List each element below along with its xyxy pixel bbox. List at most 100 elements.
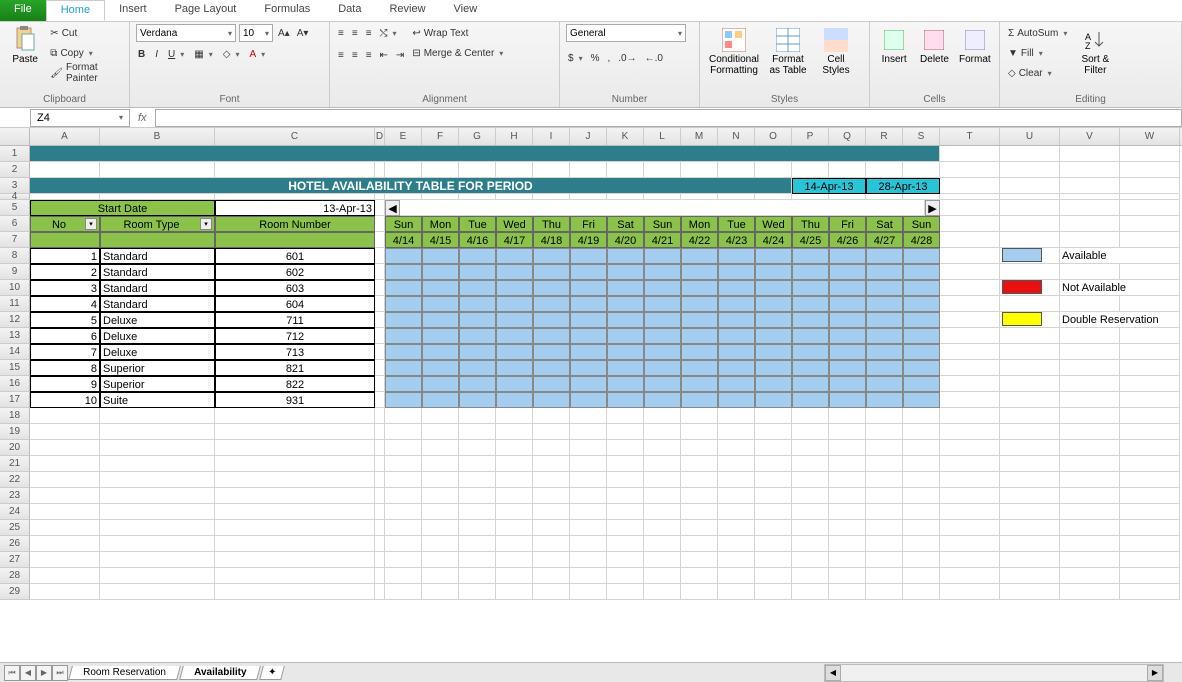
availability-cell[interactable] xyxy=(422,264,459,280)
empty-cell[interactable] xyxy=(496,424,533,440)
empty-cell[interactable] xyxy=(792,424,829,440)
availability-cell[interactable] xyxy=(755,296,792,312)
empty-cell[interactable] xyxy=(215,552,375,568)
availability-cell[interactable] xyxy=(385,376,422,392)
cell-room-number[interactable]: 712 xyxy=(215,328,375,344)
empty-cell[interactable] xyxy=(940,488,1000,504)
row-header-12[interactable]: 12 xyxy=(0,312,30,328)
empty-cell[interactable] xyxy=(533,424,570,440)
availability-cell[interactable] xyxy=(681,312,718,328)
availability-cell[interactable] xyxy=(718,392,755,408)
empty-cell[interactable] xyxy=(570,424,607,440)
row-header-9[interactable]: 9 xyxy=(0,264,30,280)
paste-button[interactable]: Paste xyxy=(6,24,44,65)
tab-home[interactable]: Home xyxy=(46,0,105,21)
availability-cell[interactable] xyxy=(644,328,681,344)
empty-cell[interactable] xyxy=(829,472,866,488)
empty-cell[interactable] xyxy=(903,456,940,472)
fx-icon[interactable]: fx xyxy=(138,112,147,124)
empty-cell[interactable] xyxy=(459,488,496,504)
availability-cell[interactable] xyxy=(718,264,755,280)
empty-cell[interactable] xyxy=(607,520,644,536)
empty-cell[interactable] xyxy=(644,520,681,536)
availability-cell[interactable] xyxy=(459,328,496,344)
empty-cell[interactable] xyxy=(459,568,496,584)
empty-cell[interactable] xyxy=(422,456,459,472)
empty-cell[interactable] xyxy=(215,568,375,584)
availability-cell[interactable] xyxy=(570,376,607,392)
availability-cell[interactable] xyxy=(866,360,903,376)
indent-increase-button[interactable]: ⇥ xyxy=(394,46,406,64)
empty-cell[interactable] xyxy=(607,424,644,440)
availability-cell[interactable] xyxy=(866,280,903,296)
empty-cell[interactable] xyxy=(375,536,385,552)
increase-decimal-button[interactable]: .0→ xyxy=(616,49,638,67)
empty-cell[interactable] xyxy=(940,504,1000,520)
col-header-G[interactable]: G xyxy=(459,128,496,145)
underline-button[interactable]: U▾ xyxy=(166,45,186,63)
empty-cell[interactable] xyxy=(422,408,459,424)
availability-cell[interactable] xyxy=(829,376,866,392)
empty-cell[interactable] xyxy=(644,488,681,504)
empty-cell[interactable] xyxy=(644,504,681,520)
cell-room-type[interactable]: Deluxe xyxy=(100,344,215,360)
availability-cell[interactable] xyxy=(755,264,792,280)
empty-cell[interactable] xyxy=(100,488,215,504)
empty-cell[interactable] xyxy=(866,504,903,520)
empty-cell[interactable] xyxy=(100,584,215,600)
availability-cell[interactable] xyxy=(496,328,533,344)
empty-cell[interactable] xyxy=(100,552,215,568)
number-format-combo[interactable]: General▾ xyxy=(566,24,686,42)
availability-cell[interactable] xyxy=(570,264,607,280)
empty-cell[interactable] xyxy=(215,472,375,488)
empty-cell[interactable] xyxy=(1120,472,1180,488)
font-size-combo[interactable]: 10▾ xyxy=(239,24,273,42)
empty-cell[interactable] xyxy=(422,488,459,504)
fill-button[interactable]: ▼ Fill▾ xyxy=(1006,44,1069,62)
availability-cell[interactable] xyxy=(496,360,533,376)
cell-room-number[interactable]: 604 xyxy=(215,296,375,312)
filter-roomtype-icon[interactable]: ▾ xyxy=(200,218,212,230)
availability-cell[interactable] xyxy=(422,376,459,392)
cell-room-type[interactable]: Deluxe xyxy=(100,328,215,344)
empty-cell[interactable] xyxy=(1000,504,1060,520)
availability-cell[interactable] xyxy=(496,392,533,408)
empty-cell[interactable] xyxy=(718,424,755,440)
availability-cell[interactable] xyxy=(866,312,903,328)
availability-cell[interactable] xyxy=(644,344,681,360)
empty-cell[interactable] xyxy=(644,408,681,424)
empty-cell[interactable] xyxy=(1000,472,1060,488)
empty-cell[interactable] xyxy=(866,424,903,440)
row-header-25[interactable]: 25 xyxy=(0,520,30,536)
availability-cell[interactable] xyxy=(496,296,533,312)
row-header-16[interactable]: 16 xyxy=(0,376,30,392)
empty-cell[interactable] xyxy=(422,536,459,552)
empty-cell[interactable] xyxy=(100,520,215,536)
empty-cell[interactable] xyxy=(866,584,903,600)
empty-cell[interactable] xyxy=(829,424,866,440)
empty-cell[interactable] xyxy=(100,536,215,552)
empty-cell[interactable] xyxy=(940,552,1000,568)
empty-cell[interactable] xyxy=(903,488,940,504)
availability-cell[interactable] xyxy=(681,344,718,360)
empty-cell[interactable] xyxy=(422,472,459,488)
empty-cell[interactable] xyxy=(792,440,829,456)
filter-no-icon[interactable]: ▾ xyxy=(85,218,97,230)
empty-cell[interactable] xyxy=(681,552,718,568)
availability-cell[interactable] xyxy=(718,360,755,376)
availability-cell[interactable] xyxy=(681,248,718,264)
merge-center-button[interactable]: ⊟Merge & Center▾ xyxy=(410,44,505,62)
empty-cell[interactable] xyxy=(215,536,375,552)
empty-cell[interactable] xyxy=(644,440,681,456)
tab-file[interactable]: File xyxy=(0,0,46,21)
col-header-C[interactable]: C xyxy=(215,128,375,145)
empty-cell[interactable] xyxy=(459,472,496,488)
scroll-right-button[interactable]: ▶ xyxy=(925,200,940,216)
row-header-15[interactable]: 15 xyxy=(0,360,30,376)
empty-cell[interactable] xyxy=(459,456,496,472)
empty-cell[interactable] xyxy=(533,440,570,456)
row-header-17[interactable]: 17 xyxy=(0,392,30,408)
availability-cell[interactable] xyxy=(866,248,903,264)
empty-cell[interactable] xyxy=(607,584,644,600)
availability-cell[interactable] xyxy=(385,392,422,408)
